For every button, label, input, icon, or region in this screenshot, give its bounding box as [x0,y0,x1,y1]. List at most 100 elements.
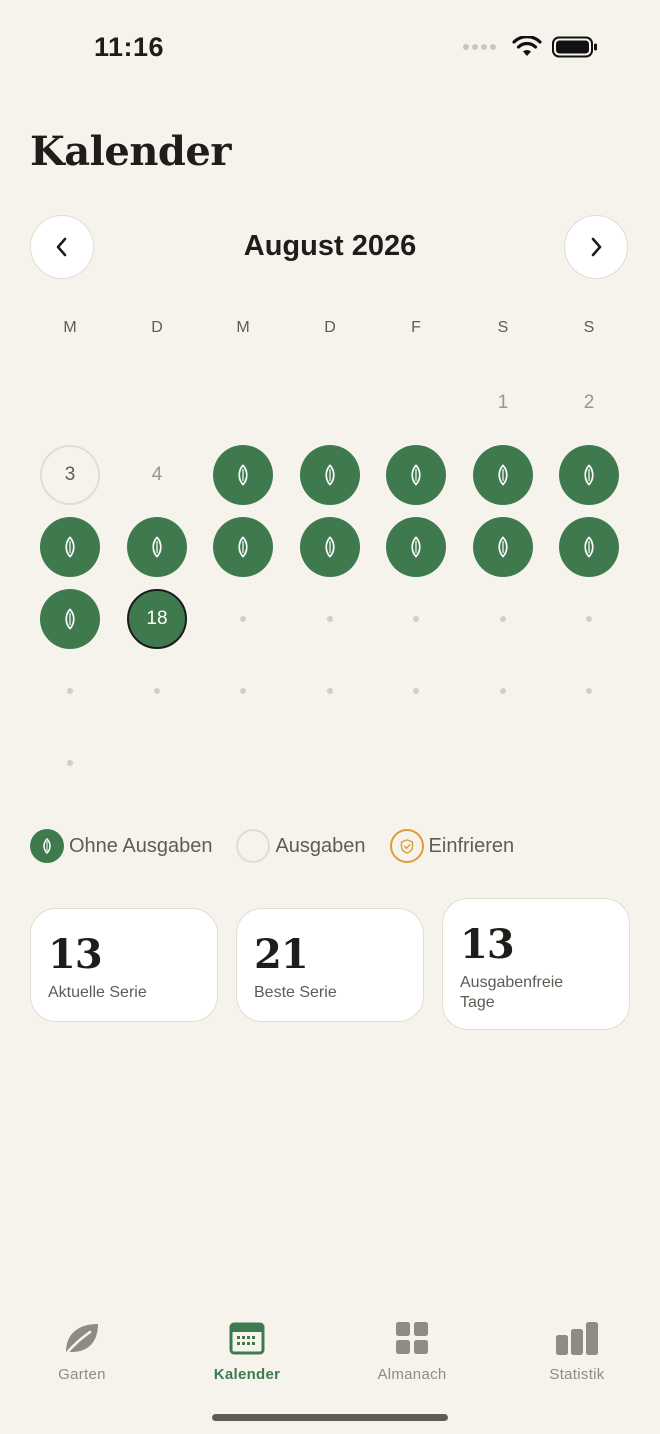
legend: Ohne Ausgaben Ausgaben Einfrieren [30,829,538,863]
shield-icon [389,829,424,863]
leaf-icon [584,536,594,558]
legend-spent-label: Ausgaben [275,834,366,857]
chevron-right-icon [591,237,602,257]
leaf-icon [238,464,248,486]
home-indicator [212,1414,448,1421]
wifi-icon [512,36,542,56]
weekday-label: M [236,319,250,336]
calendar-day-no-spend[interactable] [213,517,273,577]
leaf-icon [65,608,75,630]
leaf-icon [65,536,75,558]
day-number: 4 [151,464,163,485]
future-day-dot [154,688,160,694]
future-day-dot [67,688,73,694]
calendar-day-no-spend[interactable] [40,589,100,649]
calendar-icon [229,1322,265,1355]
legend-freeze-label: Einfrieren [428,834,515,857]
status-time: 11:16 [94,32,165,62]
calendar-day[interactable]: 4 [127,445,187,505]
legend-no-spend-label: Ohne Ausgaben [69,834,213,857]
grid-icon [396,1322,428,1354]
future-day-dot [586,616,592,622]
bar-chart-icon [556,1322,598,1355]
weekday-label: S [583,319,595,336]
tab-label: Statistik [549,1366,605,1383]
calendar-day-no-spend[interactable] [300,517,360,577]
tab-garten[interactable]: Garten [22,1318,142,1383]
empty-circle-icon [236,829,271,863]
calendar-day-no-spend[interactable] [559,517,619,577]
stat-label: Aktuelle Serie [48,984,147,1001]
calendar-day-no-spend[interactable] [386,445,446,505]
calendar-day-today[interactable]: 18 [127,589,187,649]
month-label: August 2026 [243,230,417,262]
leaf-icon [152,536,162,558]
tab-label: Almanach [377,1366,447,1383]
day-number: 2 [583,392,595,413]
tab-label: Garten [58,1366,106,1383]
future-day-dot [240,616,246,622]
page-title: Kalender [30,128,231,175]
calendar-day-no-spend[interactable] [127,517,187,577]
calendar-day-no-spend[interactable] [300,445,360,505]
future-day-dot [413,616,419,622]
day-number: 3 [64,464,76,485]
tab-almanach[interactable]: Almanach [352,1318,472,1383]
tab-label: Kalender [213,1366,281,1383]
status-bar: 11:16 [0,0,660,100]
status-icons [463,36,598,58]
calendar-day-no-spend[interactable] [559,445,619,505]
weekday-label: D [324,319,336,336]
leaf-icon [30,829,64,863]
stat-value: 21 [254,931,309,978]
future-day-dot [240,688,246,694]
stat-value: 13 [48,931,103,978]
legend-no-spend: Ohne Ausgaben [30,829,212,863]
battery-icon [552,36,597,58]
leaf-icon [325,464,335,486]
day-number: 18 [146,608,168,629]
calendar-day-no-spend[interactable] [386,517,446,577]
tab-kalender[interactable]: Kalender [187,1318,307,1383]
stat-label: Ausgabenfreie Tage [460,974,564,1011]
calendar-day-no-spend[interactable] [473,445,533,505]
legend-freeze: Einfrieren [389,829,515,863]
leaf-icon [411,464,421,486]
future-day-dot [327,688,333,694]
legend-spent: Ausgaben [236,829,366,863]
calendar-day-spent[interactable]: 3 [40,445,100,505]
leaf-icon [411,536,421,558]
stat-card-no-spend-days: 13 Ausgabenfreie Tage [442,898,630,1030]
calendar-day-no-spend[interactable] [473,517,533,577]
future-day-dot [500,688,506,694]
previous-month-button[interactable] [30,215,94,279]
next-month-button[interactable] [564,215,628,279]
calendar-day-no-spend[interactable] [40,517,100,577]
leaf-icon [64,1324,98,1356]
leaf-icon [238,536,248,558]
future-day-dot [413,688,419,694]
weekday-label: M [63,319,77,336]
day-number: 1 [497,392,509,413]
leaf-icon [325,536,335,558]
leaf-icon [584,464,594,486]
future-day-dot [327,616,333,622]
stat-value: 13 [460,921,515,968]
calendar-day[interactable]: 1 [473,373,533,433]
tab-statistik[interactable]: Statistik [517,1318,637,1383]
stat-label: Beste Serie [254,984,337,1001]
weekday-label: D [151,319,163,336]
chevron-left-icon [56,237,67,257]
future-day-dot [500,616,506,622]
weekday-label: S [497,319,509,336]
future-day-dot [586,688,592,694]
stat-card-best-streak: 21 Beste Serie [236,908,424,1022]
leaf-icon [498,464,508,486]
calendar-day-no-spend[interactable] [213,445,273,505]
weekday-label: F [411,319,421,336]
leaf-icon [498,536,508,558]
cellular-signal-icon [463,44,496,50]
calendar-day[interactable]: 2 [559,373,619,433]
stat-card-current-streak: 13 Aktuelle Serie [30,908,218,1022]
future-day-dot [67,760,73,766]
